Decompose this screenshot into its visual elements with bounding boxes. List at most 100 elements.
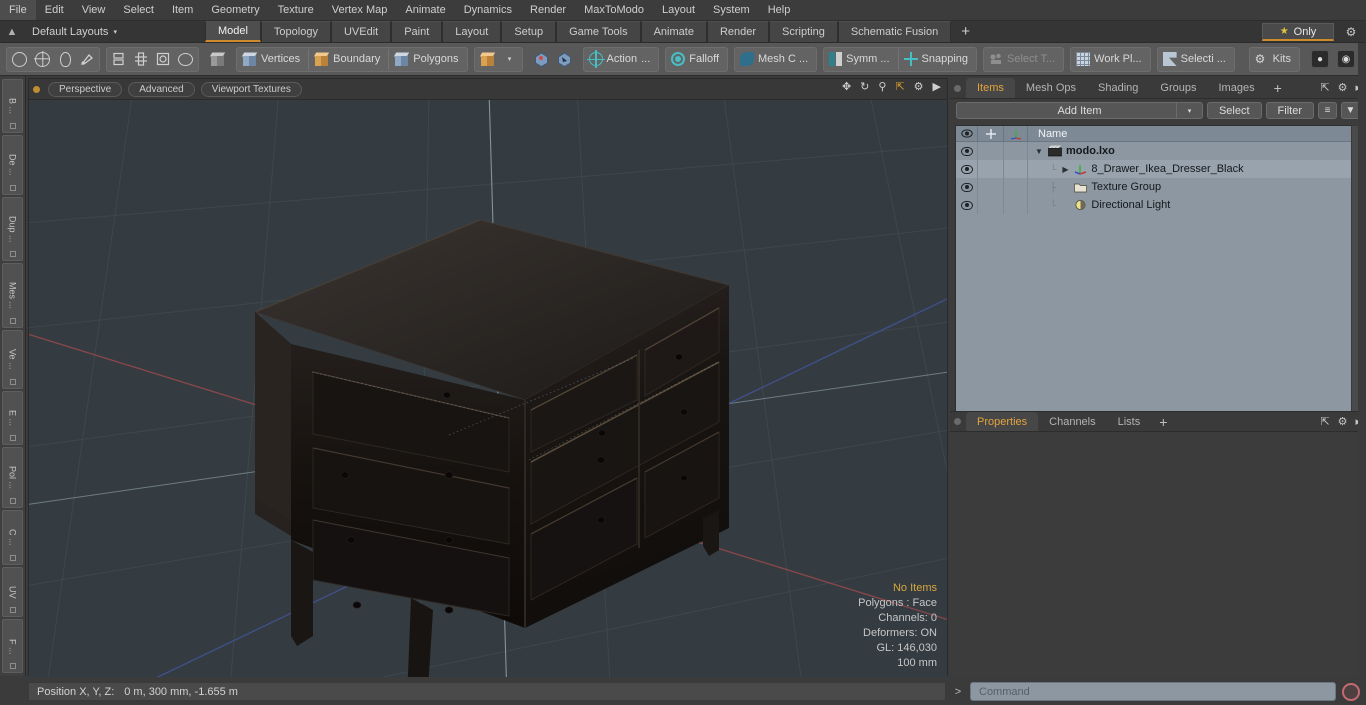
record-icon[interactable] [1342, 682, 1360, 701]
kits-button[interactable]: ⚙ Kits [1251, 48, 1298, 71]
ellipse-icon[interactable] [174, 48, 197, 71]
item-pivot-icon[interactable] [553, 48, 576, 71]
symmetry-button[interactable]: Symm ... [825, 48, 896, 71]
viewport-textures-button[interactable]: Viewport Textures [200, 81, 302, 97]
only-toggle-button[interactable]: ★ Only [1262, 23, 1334, 41]
crosshair-icon[interactable] [130, 48, 152, 71]
row-axis-toggle[interactable] [1004, 196, 1028, 214]
home-icon[interactable]: ▲ [0, 21, 24, 42]
row-axis-toggle[interactable] [1004, 178, 1028, 196]
pen-icon[interactable] [76, 48, 98, 71]
tab-schematic-fusion[interactable]: Schematic Fusion [837, 21, 952, 42]
add-item-button[interactable]: Add Item ▾ [956, 102, 1203, 119]
tab-shading[interactable]: Shading [1087, 78, 1149, 98]
viewport-3d-canvas[interactable]: Y X Z No Items Polygons : Face Channels:… [29, 100, 947, 677]
rotate-icon[interactable]: ↻ [860, 82, 869, 93]
selection-mode-vertices[interactable]: Vertices [238, 48, 307, 71]
circle-icon[interactable] [8, 48, 31, 71]
add-panel-tab-button[interactable]: + [1266, 78, 1290, 98]
tab-paint[interactable]: Paint [391, 21, 443, 42]
menu-item-vertex-map[interactable]: Vertex Map [323, 0, 397, 20]
left-tab-fusion[interactable]: F ... [2, 619, 23, 674]
chevron-down-icon[interactable]: ▾ [499, 48, 521, 71]
row-axis-toggle[interactable] [1004, 160, 1028, 178]
row-lock-toggle[interactable] [978, 160, 1004, 178]
add-properties-tab-button[interactable]: + [1151, 412, 1175, 431]
menu-item-item[interactable]: Item [163, 0, 202, 20]
tab-properties[interactable]: Properties [966, 412, 1039, 431]
tab-animate[interactable]: Animate [640, 21, 707, 42]
default-layouts-dropdown[interactable]: Default Layouts ▾ [24, 21, 125, 42]
left-tab-curve[interactable]: C ... [2, 510, 23, 565]
expand-icon[interactable]: ▶ [933, 82, 941, 93]
expand-icon[interactable]: ⇱ [1320, 415, 1329, 428]
action-center-button[interactable]: Action ... [585, 48, 658, 71]
square-icon[interactable] [152, 48, 174, 71]
cube-icon[interactable] [206, 48, 229, 71]
row-lock-toggle[interactable] [978, 196, 1004, 214]
menu-item-edit[interactable]: Edit [36, 0, 73, 20]
drop-icon[interactable] [54, 48, 76, 71]
tab-setup[interactable]: Setup [501, 21, 557, 42]
tab-lists[interactable]: Lists [1107, 412, 1152, 431]
gear-icon[interactable]: ⚙ [1340, 23, 1362, 41]
row-visibility-toggle[interactable] [956, 178, 978, 196]
snapping-button[interactable]: Snapping [900, 48, 976, 71]
menu-item-animate[interactable]: Animate [396, 0, 454, 20]
menu-item-file[interactable]: File [0, 0, 36, 20]
globe-icon[interactable] [31, 48, 54, 71]
menu-item-system[interactable]: System [704, 0, 759, 20]
tree-item-mesh[interactable]: └ ▶ 8_Drawer_Ikea_Dresser_Black [1028, 163, 1244, 175]
tab-render[interactable]: Render [706, 21, 770, 42]
tab-images[interactable]: Images [1208, 78, 1266, 98]
menu-item-view[interactable]: View [73, 0, 115, 20]
select-button[interactable]: Select [1206, 102, 1262, 119]
tree-item-texture-group[interactable]: ├ Texture Group [1028, 181, 1161, 193]
fit-icon[interactable]: ⇱ [895, 82, 904, 93]
tab-mesh-ops[interactable]: Mesh Ops [1015, 78, 1087, 98]
left-tab-duplicate[interactable]: Dup ... [2, 196, 23, 262]
selection-set-button[interactable]: Selecti ... [1159, 48, 1233, 71]
menu-item-help[interactable]: Help [759, 0, 800, 20]
table-row[interactable]: └ ▶ 8_Drawer_Ikea_Dresser_Black [956, 160, 1354, 178]
tab-game-tools[interactable]: Game Tools [556, 21, 641, 42]
viewport-perspective-button[interactable]: Perspective [48, 81, 123, 97]
menu-item-select[interactable]: Select [114, 0, 163, 20]
add-tab-button[interactable]: + [951, 21, 980, 42]
table-row[interactable]: ▼ modo.lxo [956, 142, 1354, 160]
tab-groups[interactable]: Groups [1149, 78, 1207, 98]
viewport-advanced-button[interactable]: Advanced [128, 81, 195, 97]
table-row[interactable]: └ Directional Light [956, 196, 1354, 214]
gear-icon[interactable]: ⚙ [1338, 415, 1348, 428]
selection-mode-polygons[interactable]: Polygons [390, 48, 465, 71]
item-cube-icon[interactable] [476, 48, 499, 71]
selection-mode-boundary[interactable]: Boundary [310, 48, 387, 71]
mirror-icon[interactable] [108, 48, 130, 71]
tab-model[interactable]: Model [204, 21, 261, 42]
select-through-button[interactable]: Select T... [985, 48, 1062, 71]
settings-icon[interactable]: ⚙ [914, 82, 924, 93]
row-lock-toggle[interactable] [978, 178, 1004, 196]
item-center-icon[interactable] [530, 48, 553, 71]
menu-item-maxtomodo[interactable]: MaxToModo [575, 0, 653, 20]
expand-icon[interactable]: ⇱ [1320, 81, 1329, 94]
tree-item-directional-light[interactable]: └ Directional Light [1028, 199, 1170, 211]
left-tab-polygon[interactable]: Pol ... [2, 447, 23, 509]
row-visibility-toggle[interactable] [956, 142, 978, 160]
table-row[interactable]: ├ Texture Group [956, 178, 1354, 196]
list-options-icon[interactable]: ≡ [1318, 102, 1337, 119]
tab-topology[interactable]: Topology [260, 21, 331, 42]
tab-items[interactable]: Items [966, 78, 1015, 98]
command-input[interactable]: Command [970, 682, 1336, 701]
menu-item-geometry[interactable]: Geometry [202, 0, 268, 20]
tab-scripting[interactable]: Scripting [769, 21, 838, 42]
left-tab-edge[interactable]: E ... [2, 391, 23, 446]
tab-layout[interactable]: Layout [442, 21, 502, 42]
left-tab-uv[interactable]: UV [2, 566, 23, 618]
tree-item-scene[interactable]: ▼ modo.lxo [1028, 145, 1115, 157]
mesh-constraint-button[interactable]: Mesh C ... [736, 48, 815, 71]
modo-render-icon[interactable]: ● [1307, 48, 1333, 71]
menu-item-dynamics[interactable]: Dynamics [455, 0, 521, 20]
left-tab-basic[interactable]: B ... [2, 79, 23, 134]
menu-item-layout[interactable]: Layout [653, 0, 704, 20]
